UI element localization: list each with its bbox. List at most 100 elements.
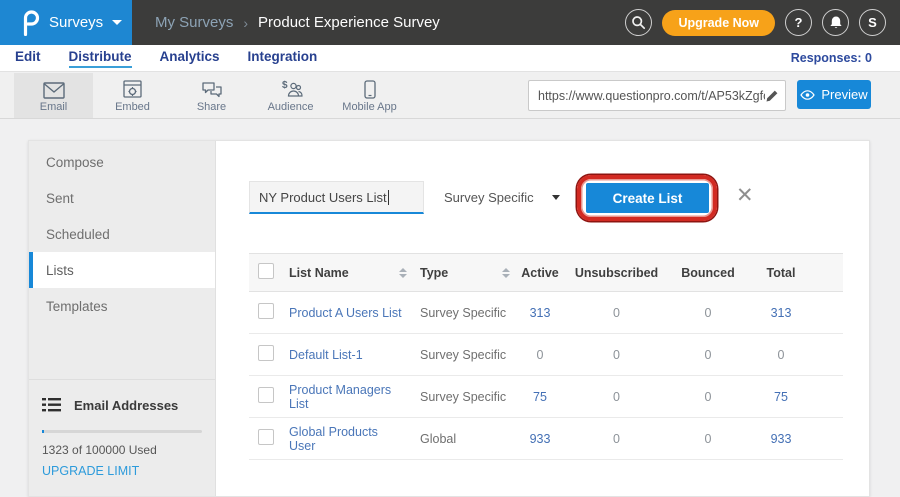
table-header-row: List Name Type Active Unsubscribed Bounc…	[249, 253, 843, 292]
tab-distribute[interactable]: Distribute	[69, 49, 132, 68]
survey-url-field[interactable]: https://www.questionpro.com/t/AP53kZgfo	[528, 80, 786, 111]
unsubscribed-count[interactable]: 0	[564, 348, 669, 362]
table-row: Product Managers List Survey Specific 75…	[249, 376, 843, 418]
list-type-cell: Survey Specific	[413, 306, 516, 320]
avatar-letter: S	[868, 15, 877, 30]
col-unsubscribed: Unsubscribed	[564, 266, 669, 280]
survey-url-value: https://www.questionpro.com/t/AP53kZgfo	[538, 89, 765, 103]
app-menu-label: Surveys	[49, 14, 103, 31]
col-list-name: List Name	[289, 266, 349, 280]
top-header-bar: Surveys My Surveys › Product Experience …	[0, 0, 900, 45]
preview-button[interactable]: Preview	[797, 80, 871, 109]
upgrade-now-button[interactable]: Upgrade Now	[662, 10, 775, 36]
create-list-button[interactable]: Create List	[586, 183, 709, 213]
list-type-selected: Survey Specific	[436, 190, 534, 205]
col-total: Total	[747, 266, 815, 280]
survey-nav: Edit Distribute Analytics Integration Re…	[0, 45, 900, 72]
email-addresses-title: Email Addresses	[74, 398, 178, 413]
row-checkbox[interactable]	[258, 345, 274, 361]
table-body: Product A Users List Survey Specific 313…	[249, 292, 843, 460]
bounced-count[interactable]: 0	[669, 306, 747, 320]
select-all-checkbox[interactable]	[258, 263, 274, 279]
bounced-count[interactable]: 0	[669, 390, 747, 404]
header-actions: Upgrade Now ? S	[625, 0, 886, 45]
tab-integration[interactable]: Integration	[248, 49, 318, 68]
sidebar-item-templates[interactable]: Templates	[29, 288, 215, 324]
close-composer-icon[interactable]: ✕	[736, 185, 754, 206]
list-name-link[interactable]: Product A Users List	[289, 306, 402, 320]
share-icon	[201, 79, 223, 99]
sidebar-item-sent[interactable]: Sent	[29, 180, 215, 216]
channel-email[interactable]: Email	[14, 73, 93, 118]
list-name-link[interactable]: Product Managers List	[289, 383, 407, 411]
list-name-value: NY Product Users List	[259, 190, 387, 205]
active-count[interactable]: 313	[516, 306, 564, 320]
active-count[interactable]: 933	[516, 432, 564, 446]
sort-type-icon[interactable]	[502, 268, 510, 278]
bell-icon	[829, 15, 843, 30]
question-mark-icon: ?	[795, 15, 803, 30]
list-name-link[interactable]: Default List-1	[289, 348, 363, 362]
embed-icon	[123, 79, 142, 99]
lists-table: List Name Type Active Unsubscribed Bounc…	[249, 253, 843, 460]
chevron-down-icon	[552, 195, 560, 200]
sidebar-item-compose[interactable]: Compose	[29, 144, 215, 180]
sidebar-item-lists[interactable]: Lists	[29, 252, 215, 288]
active-count[interactable]: 0	[516, 348, 564, 362]
sidebar-item-scheduled[interactable]: Scheduled	[29, 216, 215, 252]
channel-audience[interactable]: $ Audience	[251, 73, 330, 118]
breadcrumb-my-surveys[interactable]: My Surveys	[155, 14, 233, 31]
unsubscribed-count[interactable]: 0	[564, 432, 669, 446]
unsubscribed-count[interactable]: 0	[564, 306, 669, 320]
list-name-link[interactable]: Global Products User	[289, 425, 407, 453]
help-button[interactable]: ?	[785, 9, 812, 36]
email-usage-progress-fill	[42, 430, 44, 433]
total-count[interactable]: 0	[747, 348, 815, 362]
tab-analytics[interactable]: Analytics	[160, 49, 220, 68]
email-sidebar: Compose Sent Scheduled Lists Templates E…	[29, 141, 216, 496]
total-count[interactable]: 313	[747, 306, 815, 320]
distribute-toolbar: Email Embed Share	[0, 73, 900, 119]
app-switcher[interactable]: Surveys	[0, 0, 132, 45]
total-count[interactable]: 75	[747, 390, 815, 404]
channel-embed[interactable]: Embed	[93, 73, 172, 118]
breadcrumb-separator: ›	[243, 15, 248, 31]
email-icon	[43, 79, 65, 99]
questionpro-logo-icon	[20, 10, 40, 36]
email-addresses-section: Email Addresses 1323 of 100000 Used UPGR…	[29, 379, 215, 478]
page-title: Product Experience Survey	[258, 14, 440, 31]
unsubscribed-count[interactable]: 0	[564, 390, 669, 404]
text-cursor	[388, 190, 389, 205]
list-type-cell: Survey Specific	[413, 390, 516, 404]
tab-edit[interactable]: Edit	[15, 49, 41, 68]
row-checkbox[interactable]	[258, 387, 274, 403]
notifications-button[interactable]	[822, 9, 849, 36]
table-row: Product A Users List Survey Specific 313…	[249, 292, 843, 334]
bounced-count[interactable]: 0	[669, 432, 747, 446]
total-count[interactable]: 933	[747, 432, 815, 446]
table-row: Global Products User Global 933 0 0 933	[249, 418, 843, 460]
edit-url-pencil-icon[interactable]	[765, 89, 779, 103]
chevron-down-icon	[112, 20, 122, 25]
row-checkbox[interactable]	[258, 429, 274, 445]
responses-count[interactable]: Responses: 0	[791, 51, 872, 65]
search-icon	[631, 15, 646, 30]
svg-text:$: $	[282, 80, 288, 91]
row-checkbox[interactable]	[258, 303, 274, 319]
channel-mobile-app[interactable]: Mobile App	[330, 73, 409, 118]
col-type: Type	[420, 266, 448, 280]
lists-panel: Compose Sent Scheduled Lists Templates E…	[28, 140, 870, 497]
mobile-app-icon	[364, 79, 376, 99]
breadcrumb: My Surveys › Product Experience Survey	[155, 0, 440, 45]
channel-share[interactable]: Share	[172, 73, 251, 118]
eye-icon	[800, 90, 815, 100]
bounced-count[interactable]: 0	[669, 348, 747, 362]
list-name-input[interactable]: NY Product Users List	[249, 181, 424, 214]
sort-list-name-icon[interactable]	[399, 268, 407, 278]
list-type-dropdown[interactable]: Survey Specific	[436, 181, 586, 214]
upgrade-limit-link[interactable]: UPGRADE LIMIT	[42, 464, 202, 478]
active-count[interactable]: 75	[516, 390, 564, 404]
account-avatar[interactable]: S	[859, 9, 886, 36]
search-button[interactable]	[625, 9, 652, 36]
col-active: Active	[516, 266, 564, 280]
